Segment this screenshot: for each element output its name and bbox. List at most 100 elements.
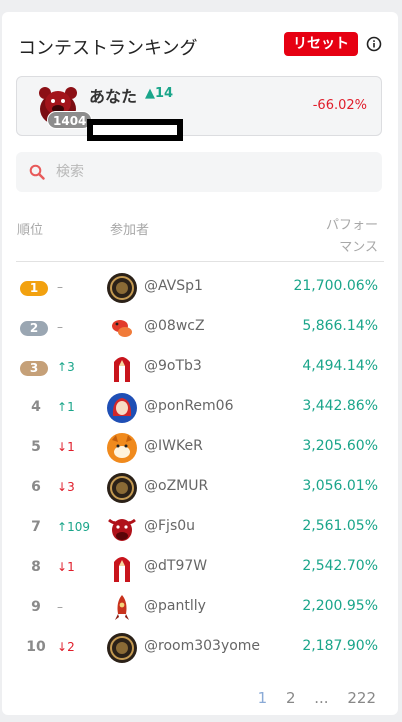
user-handle[interactable]: @room303yome <box>144 638 260 654</box>
rank-number: 7 <box>31 519 41 535</box>
table-row[interactable]: 2 – @08wcZ 5,866.14% <box>2 308 398 348</box>
user-handle[interactable]: @Fjs0u <box>144 518 195 534</box>
rocket-avatar <box>115 595 129 620</box>
performance-value: 3,205.60% <box>302 438 378 454</box>
reset-button[interactable]: リセット <box>284 32 358 56</box>
my-rank-change-value: 14 <box>155 86 174 101</box>
column-header-user: 参加者 <box>110 223 150 238</box>
rank-change-value: 1 <box>67 440 75 454</box>
user-handle[interactable]: @AVSp1 <box>144 278 203 294</box>
rank-change: – <box>57 600 63 614</box>
column-header-performance-line2: マンス <box>339 240 378 255</box>
rank-change: ↓1 <box>57 560 75 574</box>
coin-avatar <box>107 273 137 303</box>
rank-change: ↑109 <box>57 520 90 534</box>
bull-avatar <box>108 518 136 541</box>
user-handle[interactable]: @9oTb3 <box>144 358 202 374</box>
my-rank-change: ▲14 <box>145 86 173 101</box>
user-handle[interactable]: @dT97W <box>144 558 207 574</box>
my-performance: -66.02% <box>312 98 367 113</box>
user-handle[interactable]: @pantlly <box>144 598 206 614</box>
performance-value: 2,200.95% <box>302 598 378 614</box>
rank-change-value: – <box>57 320 63 334</box>
performance-value: 2,187.90% <box>302 638 378 654</box>
arrow-up-icon: ↑ <box>57 400 68 414</box>
rank-number: 4 <box>31 399 41 415</box>
rank-number: 8 <box>31 559 41 575</box>
rank-change-value: 1 <box>67 560 75 574</box>
user-handle[interactable]: @ponRem06 <box>144 398 234 414</box>
search-input[interactable] <box>56 162 356 182</box>
rank-change-value: 3 <box>67 480 75 494</box>
shiba-dog-avatar <box>107 433 137 463</box>
red-figure-avatar <box>114 557 130 582</box>
divider <box>16 261 384 262</box>
pagination: 1 2 ... 222 <box>244 689 376 707</box>
rank-change-value: 1 <box>67 400 75 414</box>
search-icon <box>29 164 45 180</box>
performance-value: 2,542.70% <box>302 558 378 574</box>
rank-change: ↓2 <box>57 640 75 654</box>
anime-girl-avatar <box>107 393 137 423</box>
table-row[interactable]: 1 – @AVSp1 21,700.06% <box>2 268 398 308</box>
ranking-list: 1 – @AVSp1 21,700.06% 2 – @08wcZ 5,866.1… <box>2 268 398 668</box>
page-1-button[interactable]: 1 <box>258 689 268 707</box>
my-name: あなた <box>89 87 138 106</box>
table-row[interactable]: 8 ↓1 @dT97W 2,542.70% <box>2 548 398 588</box>
my-rank-badge: 1404 <box>47 111 93 129</box>
table-row[interactable]: 7 ↑109 @Fjs0u 2,561.05% <box>2 508 398 548</box>
rank-change: ↑1 <box>57 400 75 414</box>
search-box[interactable] <box>16 152 382 192</box>
column-header-performance-line1: パフォー <box>325 218 378 233</box>
bronze-medal-badge: 3 <box>20 361 48 376</box>
table-row[interactable]: 3 ↑3 @9oTb3 4,494.14% <box>2 348 398 388</box>
rank-change-value: 109 <box>67 520 90 534</box>
pagination-ellipsis: ... <box>314 689 329 707</box>
rank-number: 6 <box>31 479 41 495</box>
page-last-button[interactable]: 222 <box>347 689 376 707</box>
user-handle[interactable]: @IWKeR <box>144 438 203 454</box>
red-figure-avatar <box>114 357 130 382</box>
arrow-down-icon: ↓ <box>57 640 68 654</box>
table-row[interactable]: 6 ↓3 @oZMUR 3,056.01% <box>2 468 398 508</box>
rank-change: ↑3 <box>57 360 75 374</box>
table-row[interactable]: 5 ↓1 @IWKeR 3,205.60% <box>2 428 398 468</box>
rank-number: 9 <box>31 599 41 615</box>
redacted-field <box>87 119 183 141</box>
info-icon[interactable] <box>366 36 382 52</box>
coin-avatar <box>107 473 137 503</box>
performance-value: 5,866.14% <box>302 318 378 334</box>
column-header-performance[interactable]: パフォー マンス <box>318 215 378 259</box>
performance-value: 21,700.06% <box>293 278 378 294</box>
user-handle[interactable]: @oZMUR <box>144 478 208 494</box>
performance-value: 2,561.05% <box>302 518 378 534</box>
performance-value: 4,494.14% <box>302 358 378 374</box>
gold-medal-badge: 1 <box>20 281 48 296</box>
coin-avatar <box>107 633 137 663</box>
rank-change: ↓1 <box>57 440 75 454</box>
user-handle[interactable]: @08wcZ <box>144 318 205 334</box>
arrow-up-icon: ▲ <box>145 86 155 101</box>
my-ranking-card[interactable]: 1404 あなた ▲14 -66.02% <box>16 76 382 141</box>
page-title: コンテストランキング <box>18 38 198 59</box>
table-row[interactable]: 10 ↓2 @room303yome 2,187.90% <box>2 628 398 668</box>
rank-change-value: 2 <box>67 640 75 654</box>
arrow-up-icon: ↑ <box>57 520 68 534</box>
silver-medal-badge: 2 <box>20 321 48 336</box>
page-2-button[interactable]: 2 <box>286 689 296 707</box>
performance-value: 3,442.86% <box>302 398 378 414</box>
rank-number: 5 <box>31 439 41 455</box>
arrow-down-icon: ↓ <box>57 480 68 494</box>
rank-change: – <box>57 280 63 294</box>
rank-change: ↓3 <box>57 480 75 494</box>
table-row[interactable]: 4 ↑1 @ponRem06 3,442.86% <box>2 388 398 428</box>
rank-change-value: – <box>57 280 63 294</box>
table-row[interactable]: 9 – @pantlly 2,200.95% <box>2 588 398 628</box>
rank-change: – <box>57 320 63 334</box>
arrow-down-icon: ↓ <box>57 440 68 454</box>
performance-value: 3,056.01% <box>302 478 378 494</box>
arrow-up-icon: ↑ <box>57 360 68 374</box>
rank-change-value: 3 <box>67 360 75 374</box>
column-header-rank: 順位 <box>17 223 44 238</box>
header: コンテストランキング リセット <box>18 32 382 62</box>
